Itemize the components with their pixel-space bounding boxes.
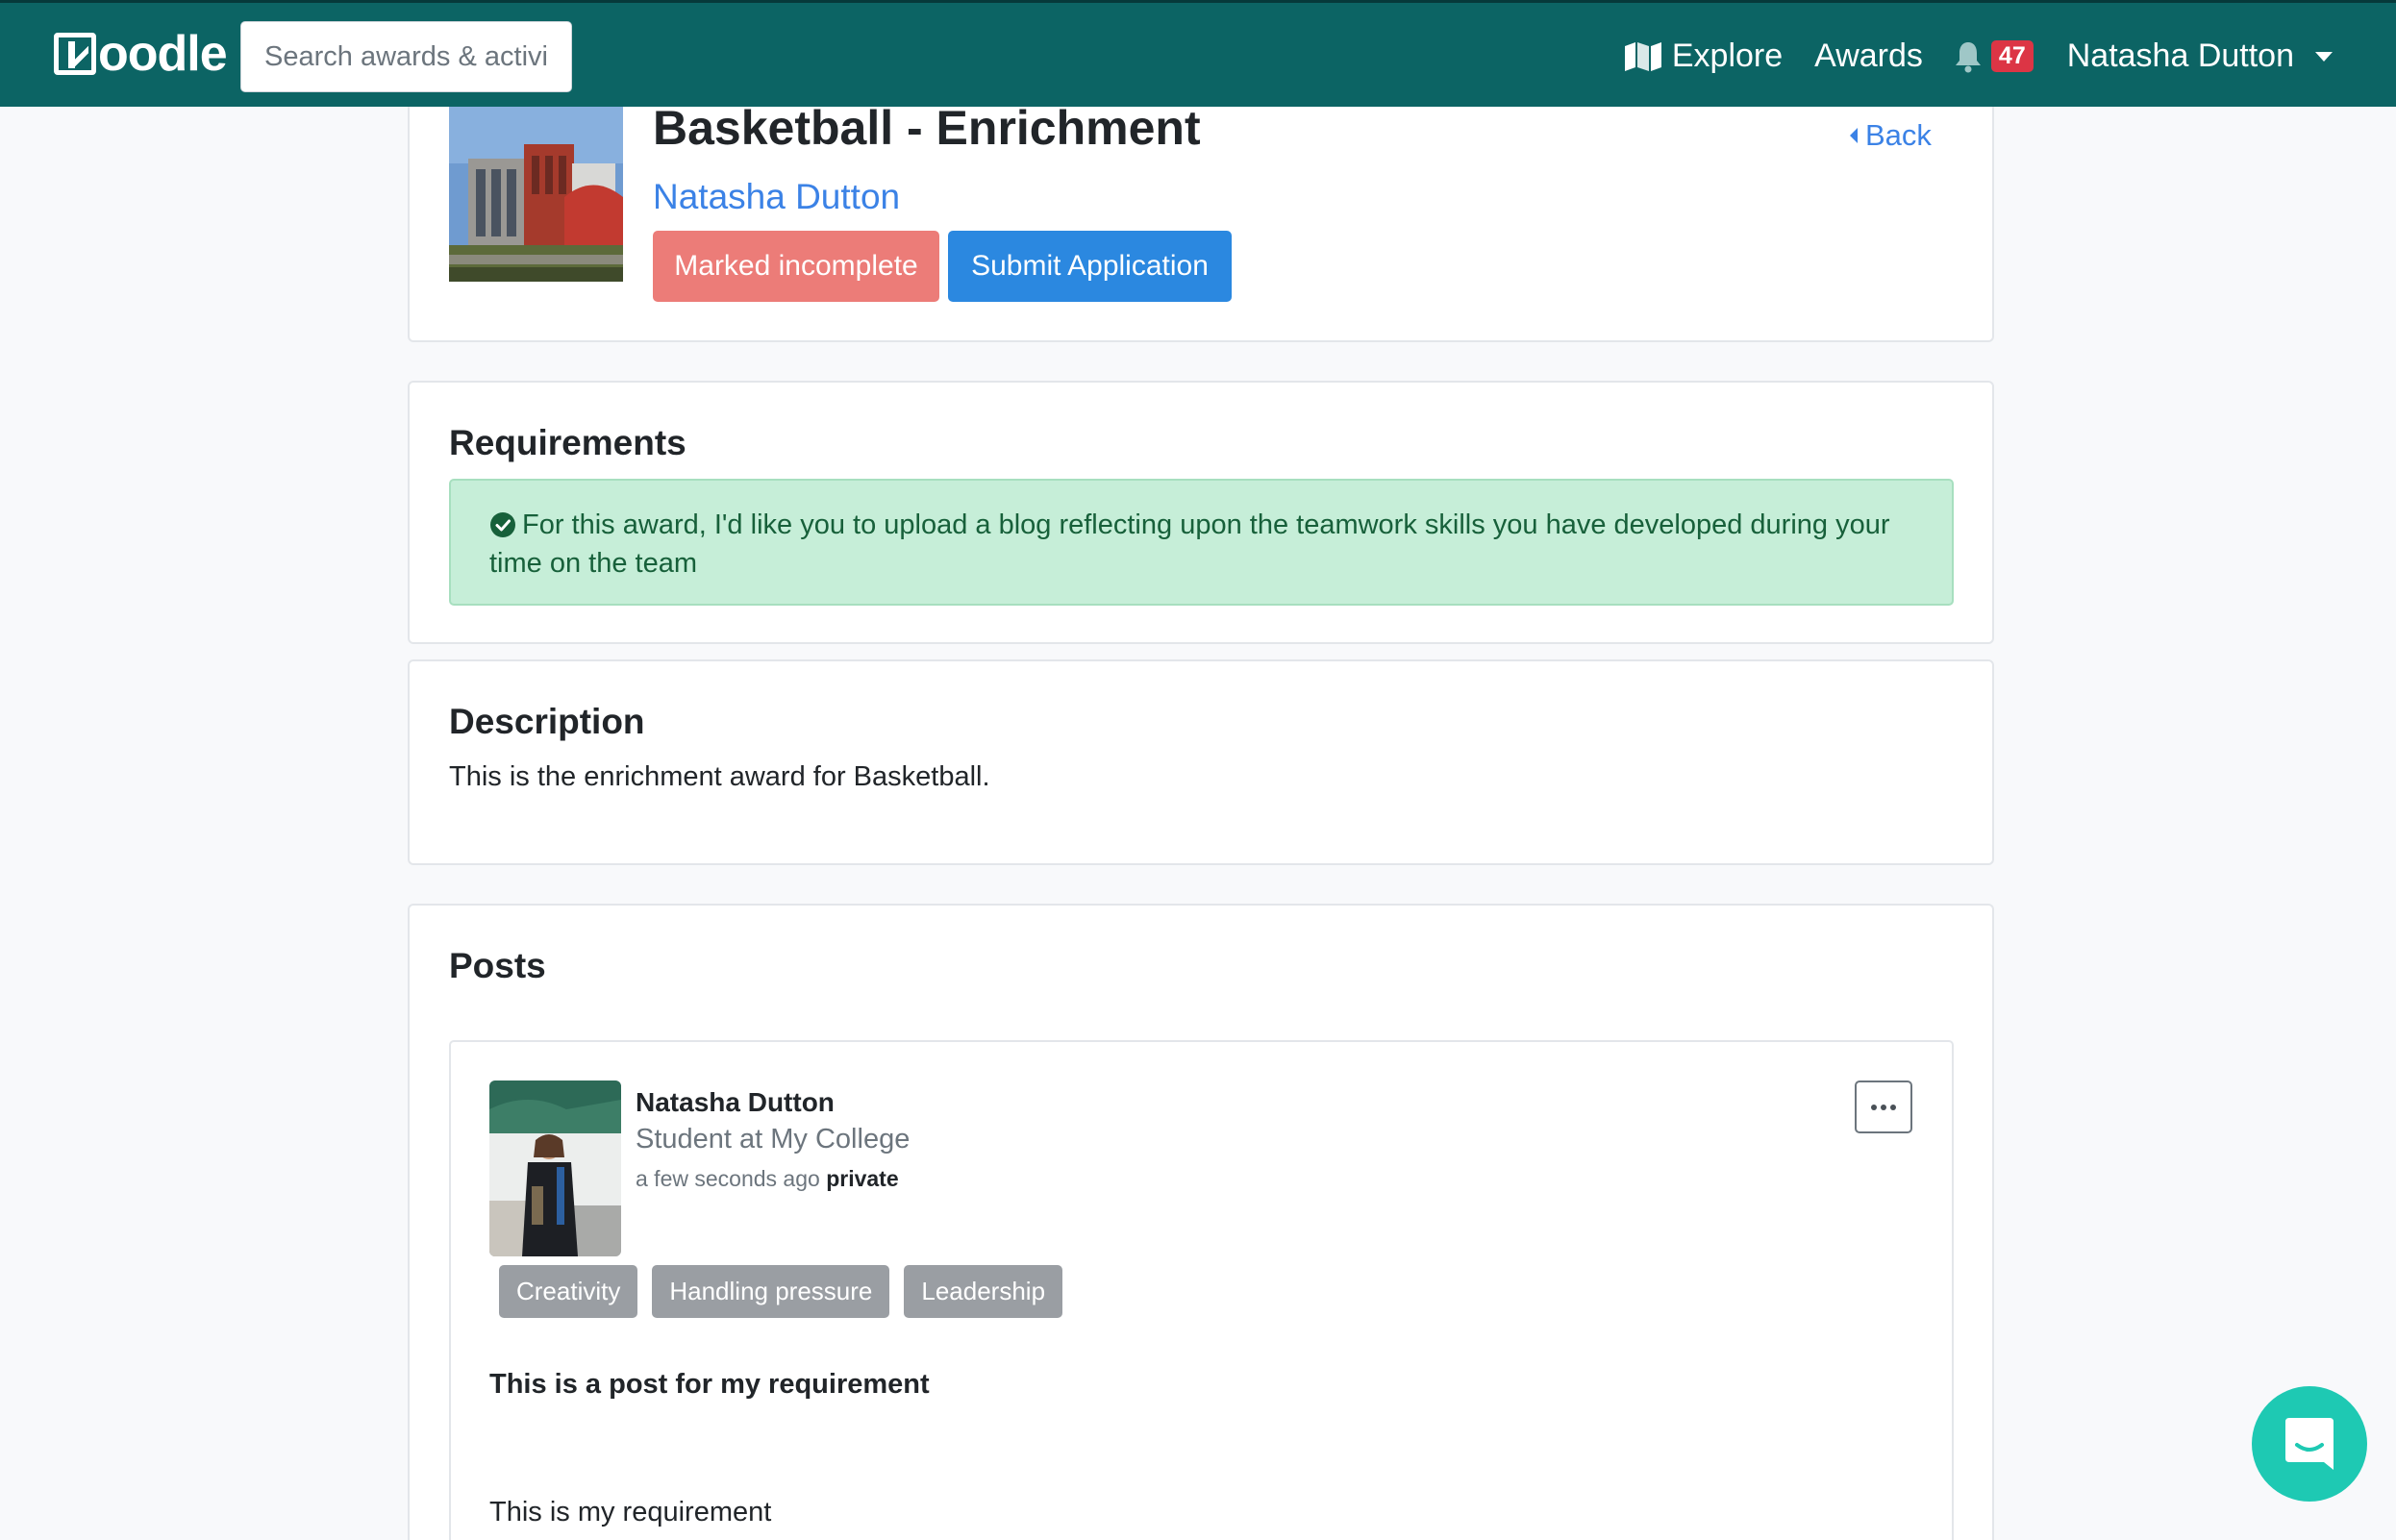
post-meta: a few seconds ago private bbox=[636, 1166, 899, 1192]
logo-text: oodle bbox=[98, 26, 228, 82]
nav-explore[interactable]: Explore bbox=[1624, 37, 1783, 75]
submit-application-button[interactable]: Submit Application bbox=[948, 231, 1232, 302]
nav-explore-label: Explore bbox=[1671, 37, 1784, 74]
nav-awards[interactable]: Awards bbox=[1814, 37, 1923, 75]
avatar-photo bbox=[489, 1080, 621, 1256]
user-menu[interactable]: Natasha Dutton bbox=[2067, 37, 2333, 75]
description-text: This is the enrichment award for Basketb… bbox=[449, 761, 990, 792]
posts-heading: Posts bbox=[449, 946, 546, 985]
back-label: Back bbox=[1865, 118, 1932, 152]
ellipsis-icon bbox=[1871, 1104, 1877, 1110]
requirements-heading: Requirements bbox=[449, 423, 686, 462]
requirement-text: For this award, I'd like you to upload a… bbox=[489, 509, 1890, 579]
ellipsis-dot bbox=[1890, 1104, 1896, 1110]
post-time: a few seconds ago bbox=[636, 1166, 820, 1191]
chevron-left-icon bbox=[1850, 128, 1858, 143]
requirement-item: For this award, I'd like you to upload a… bbox=[449, 479, 1954, 606]
tag-handling-pressure: Handling pressure bbox=[652, 1265, 890, 1318]
tag-creativity: Creativity bbox=[499, 1265, 638, 1318]
marked-incomplete-button[interactable]: Marked incomplete bbox=[653, 231, 939, 302]
post-options-button[interactable] bbox=[1855, 1080, 1912, 1133]
post-author-role: Student at My College bbox=[636, 1124, 911, 1155]
posts-card: Posts Natasha Dutton Student at My Colle… bbox=[408, 904, 1994, 1540]
description-card: Description This is the enrichment award… bbox=[408, 659, 1994, 865]
description-heading: Description bbox=[449, 702, 645, 741]
requirements-card: Requirements For this award, I'd like yo… bbox=[408, 381, 1994, 644]
back-link[interactable]: Back bbox=[1850, 118, 1932, 153]
post-title: This is a post for my requirement bbox=[489, 1369, 930, 1400]
building-image bbox=[449, 106, 623, 282]
logo-k-mark bbox=[54, 33, 96, 75]
post-author[interactable]: Natasha Dutton bbox=[636, 1087, 835, 1118]
chat-icon bbox=[2285, 1418, 2334, 1470]
chevron-down-icon bbox=[2315, 51, 2333, 62]
search-input[interactable] bbox=[240, 21, 572, 92]
award-title: Basketball - Enrichment bbox=[653, 101, 1201, 155]
post-item: Natasha Dutton Student at My College a f… bbox=[449, 1040, 1954, 1540]
check-circle-icon bbox=[490, 512, 515, 537]
kloodle-logo[interactable]: oodle bbox=[54, 26, 228, 82]
award-image bbox=[449, 106, 623, 282]
top-navbar: oodle Explore Awards 47 Natasha Dutton bbox=[0, 0, 2396, 107]
post-body: This is my requirement bbox=[489, 1497, 772, 1528]
nav-awards-label: Awards bbox=[1814, 37, 1923, 74]
user-name: Natasha Dutton bbox=[2066, 37, 2294, 74]
nav-right: Explore Awards 47 Natasha Dutton bbox=[1624, 3, 2333, 110]
post-tags: Creativity Handling pressure Leadership bbox=[499, 1265, 1063, 1318]
tag-leadership: Leadership bbox=[904, 1265, 1063, 1318]
notification-badge: 47 bbox=[1990, 40, 2034, 72]
award-owner-link[interactable]: Natasha Dutton bbox=[653, 177, 900, 217]
chat-launcher-button[interactable] bbox=[2252, 1386, 2367, 1502]
notifications[interactable]: 47 bbox=[1954, 40, 2034, 73]
ellipsis-dot bbox=[1881, 1104, 1886, 1110]
post-visibility: private bbox=[826, 1166, 899, 1191]
avatar[interactable] bbox=[489, 1080, 621, 1256]
map-icon bbox=[1624, 41, 1661, 71]
bell-icon bbox=[1955, 41, 1981, 72]
